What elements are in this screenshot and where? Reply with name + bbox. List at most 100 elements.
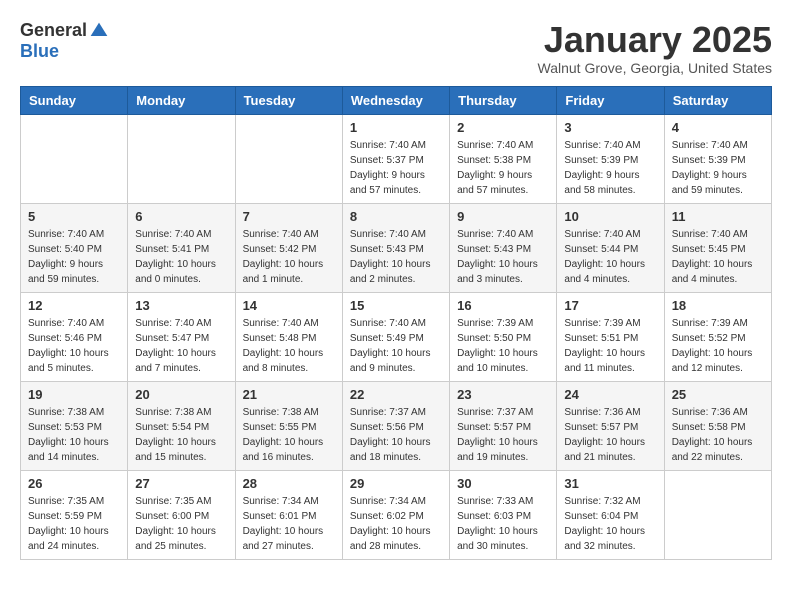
- page-header: General Blue January 2025 Walnut Grove, …: [20, 20, 772, 76]
- title-section: January 2025 Walnut Grove, Georgia, Unit…: [538, 20, 772, 76]
- calendar-cell: 18 Sunrise: 7:39 AM Sunset: 5:52 PM Dayli…: [664, 292, 771, 381]
- calendar-cell: 19 Sunrise: 7:38 AM Sunset: 5:53 PM Dayli…: [21, 381, 128, 470]
- day-number: 5: [28, 209, 120, 224]
- calendar-cell: 4 Sunrise: 7:40 AM Sunset: 5:39 PM Daylig…: [664, 114, 771, 203]
- day-info: Sunrise: 7:34 AM Sunset: 6:02 PM Dayligh…: [350, 494, 442, 554]
- calendar-cell: 13 Sunrise: 7:40 AM Sunset: 5:47 PM Dayli…: [128, 292, 235, 381]
- calendar-cell: 11Sunrise: 7:40 AM Sunset: 5:45 PM Dayli…: [664, 203, 771, 292]
- day-info: Sunrise: 7:40 AM Sunset: 5:40 PM Dayligh…: [28, 227, 120, 287]
- calendar-cell: 29 Sunrise: 7:34 AM Sunset: 6:02 PM Dayli…: [342, 470, 449, 559]
- day-number: 8: [350, 209, 442, 224]
- day-info: Sunrise: 7:39 AM Sunset: 5:50 PM Dayligh…: [457, 316, 549, 376]
- day-number: 29: [350, 476, 442, 491]
- day-info: Sunrise: 7:38 AM Sunset: 5:55 PM Dayligh…: [243, 405, 335, 465]
- day-number: 24: [564, 387, 656, 402]
- day-number: 25: [672, 387, 764, 402]
- calendar-cell: 23Sunrise: 7:37 AM Sunset: 5:57 PM Dayli…: [450, 381, 557, 470]
- weekday-header-sunday: Sunday: [21, 86, 128, 114]
- day-number: 2: [457, 120, 549, 135]
- day-info: Sunrise: 7:40 AM Sunset: 5:39 PM Dayligh…: [564, 138, 656, 198]
- weekday-header-thursday: Thursday: [450, 86, 557, 114]
- calendar-cell: 8 Sunrise: 7:40 AM Sunset: 5:43 PM Daylig…: [342, 203, 449, 292]
- calendar-cell: 6 Sunrise: 7:40 AM Sunset: 5:41 PM Daylig…: [128, 203, 235, 292]
- day-number: 26: [28, 476, 120, 491]
- calendar-cell: 21 Sunrise: 7:38 AM Sunset: 5:55 PM Dayli…: [235, 381, 342, 470]
- calendar-cell: 10Sunrise: 7:40 AM Sunset: 5:44 PM Dayli…: [557, 203, 664, 292]
- calendar-cell: 25 Sunrise: 7:36 AM Sunset: 5:58 PM Dayli…: [664, 381, 771, 470]
- calendar-cell: [21, 114, 128, 203]
- logo-blue-text: Blue: [20, 41, 59, 62]
- weekday-header-row: SundayMondayTuesdayWednesdayThursdayFrid…: [21, 86, 772, 114]
- day-info: Sunrise: 7:40 AM Sunset: 5:39 PM Dayligh…: [672, 138, 764, 198]
- day-info: Sunrise: 7:40 AM Sunset: 5:43 PM Dayligh…: [350, 227, 442, 287]
- weekday-header-wednesday: Wednesday: [342, 86, 449, 114]
- calendar-cell: 30Sunrise: 7:33 AM Sunset: 6:03 PM Dayli…: [450, 470, 557, 559]
- day-info: Sunrise: 7:40 AM Sunset: 5:47 PM Dayligh…: [135, 316, 227, 376]
- day-number: 11: [672, 209, 764, 224]
- calendar-cell: 3 Sunrise: 7:40 AM Sunset: 5:39 PM Daylig…: [557, 114, 664, 203]
- calendar-cell: 22Sunrise: 7:37 AM Sunset: 5:56 PM Dayli…: [342, 381, 449, 470]
- day-number: 14: [243, 298, 335, 313]
- day-info: Sunrise: 7:40 AM Sunset: 5:46 PM Dayligh…: [28, 316, 120, 376]
- logo: General Blue: [20, 20, 109, 62]
- day-info: Sunrise: 7:40 AM Sunset: 5:38 PM Dayligh…: [457, 138, 549, 198]
- week-row-5: 26 Sunrise: 7:35 AM Sunset: 5:59 PM Dayli…: [21, 470, 772, 559]
- calendar-cell: 26 Sunrise: 7:35 AM Sunset: 5:59 PM Dayli…: [21, 470, 128, 559]
- day-number: 13: [135, 298, 227, 313]
- day-info: Sunrise: 7:36 AM Sunset: 5:57 PM Dayligh…: [564, 405, 656, 465]
- calendar-cell: 14 Sunrise: 7:40 AM Sunset: 5:48 PM Dayli…: [235, 292, 342, 381]
- day-number: 30: [457, 476, 549, 491]
- day-number: 10: [564, 209, 656, 224]
- day-number: 4: [672, 120, 764, 135]
- day-number: 21: [243, 387, 335, 402]
- day-number: 20: [135, 387, 227, 402]
- day-info: Sunrise: 7:38 AM Sunset: 5:53 PM Dayligh…: [28, 405, 120, 465]
- calendar-cell: 27 Sunrise: 7:35 AM Sunset: 6:00 PM Dayli…: [128, 470, 235, 559]
- day-number: 19: [28, 387, 120, 402]
- calendar-cell: 31 Sunrise: 7:32 AM Sunset: 6:04 PM Dayli…: [557, 470, 664, 559]
- day-info: Sunrise: 7:40 AM Sunset: 5:42 PM Dayligh…: [243, 227, 335, 287]
- weekday-header-tuesday: Tuesday: [235, 86, 342, 114]
- day-info: Sunrise: 7:36 AM Sunset: 5:58 PM Dayligh…: [672, 405, 764, 465]
- day-number: 23: [457, 387, 549, 402]
- day-info: Sunrise: 7:35 AM Sunset: 5:59 PM Dayligh…: [28, 494, 120, 554]
- calendar-cell: 1Sunrise: 7:40 AM Sunset: 5:37 PM Daylig…: [342, 114, 449, 203]
- day-info: Sunrise: 7:35 AM Sunset: 6:00 PM Dayligh…: [135, 494, 227, 554]
- day-number: 9: [457, 209, 549, 224]
- day-number: 7: [243, 209, 335, 224]
- day-number: 15: [350, 298, 442, 313]
- day-number: 27: [135, 476, 227, 491]
- day-number: 3: [564, 120, 656, 135]
- calendar-table: SundayMondayTuesdayWednesdayThursdayFrid…: [20, 86, 772, 560]
- day-number: 18: [672, 298, 764, 313]
- weekday-header-friday: Friday: [557, 86, 664, 114]
- calendar-cell: 20 Sunrise: 7:38 AM Sunset: 5:54 PM Dayli…: [128, 381, 235, 470]
- location: Walnut Grove, Georgia, United States: [538, 60, 772, 76]
- day-info: Sunrise: 7:38 AM Sunset: 5:54 PM Dayligh…: [135, 405, 227, 465]
- week-row-3: 12 Sunrise: 7:40 AM Sunset: 5:46 PM Dayli…: [21, 292, 772, 381]
- calendar-cell: 9Sunrise: 7:40 AM Sunset: 5:43 PM Daylig…: [450, 203, 557, 292]
- week-row-4: 19 Sunrise: 7:38 AM Sunset: 5:53 PM Dayli…: [21, 381, 772, 470]
- day-info: Sunrise: 7:40 AM Sunset: 5:48 PM Dayligh…: [243, 316, 335, 376]
- day-number: 12: [28, 298, 120, 313]
- calendar-cell: 12 Sunrise: 7:40 AM Sunset: 5:46 PM Dayli…: [21, 292, 128, 381]
- calendar-cell: [664, 470, 771, 559]
- day-info: Sunrise: 7:39 AM Sunset: 5:51 PM Dayligh…: [564, 316, 656, 376]
- day-number: 17: [564, 298, 656, 313]
- day-number: 31: [564, 476, 656, 491]
- day-info: Sunrise: 7:39 AM Sunset: 5:52 PM Dayligh…: [672, 316, 764, 376]
- calendar-cell: 17 Sunrise: 7:39 AM Sunset: 5:51 PM Dayli…: [557, 292, 664, 381]
- day-info: Sunrise: 7:40 AM Sunset: 5:37 PM Dayligh…: [350, 138, 442, 198]
- day-number: 6: [135, 209, 227, 224]
- calendar-cell: 15Sunrise: 7:40 AM Sunset: 5:49 PM Dayli…: [342, 292, 449, 381]
- calendar-cell: 7 Sunrise: 7:40 AM Sunset: 5:42 PM Daylig…: [235, 203, 342, 292]
- day-info: Sunrise: 7:40 AM Sunset: 5:41 PM Dayligh…: [135, 227, 227, 287]
- calendar-cell: 28Sunrise: 7:34 AM Sunset: 6:01 PM Dayli…: [235, 470, 342, 559]
- day-info: Sunrise: 7:32 AM Sunset: 6:04 PM Dayligh…: [564, 494, 656, 554]
- calendar-cell: 16Sunrise: 7:39 AM Sunset: 5:50 PM Dayli…: [450, 292, 557, 381]
- day-info: Sunrise: 7:37 AM Sunset: 5:56 PM Dayligh…: [350, 405, 442, 465]
- weekday-header-saturday: Saturday: [664, 86, 771, 114]
- calendar-cell: [128, 114, 235, 203]
- logo-icon: [89, 21, 109, 41]
- logo-general-text: General: [20, 20, 87, 41]
